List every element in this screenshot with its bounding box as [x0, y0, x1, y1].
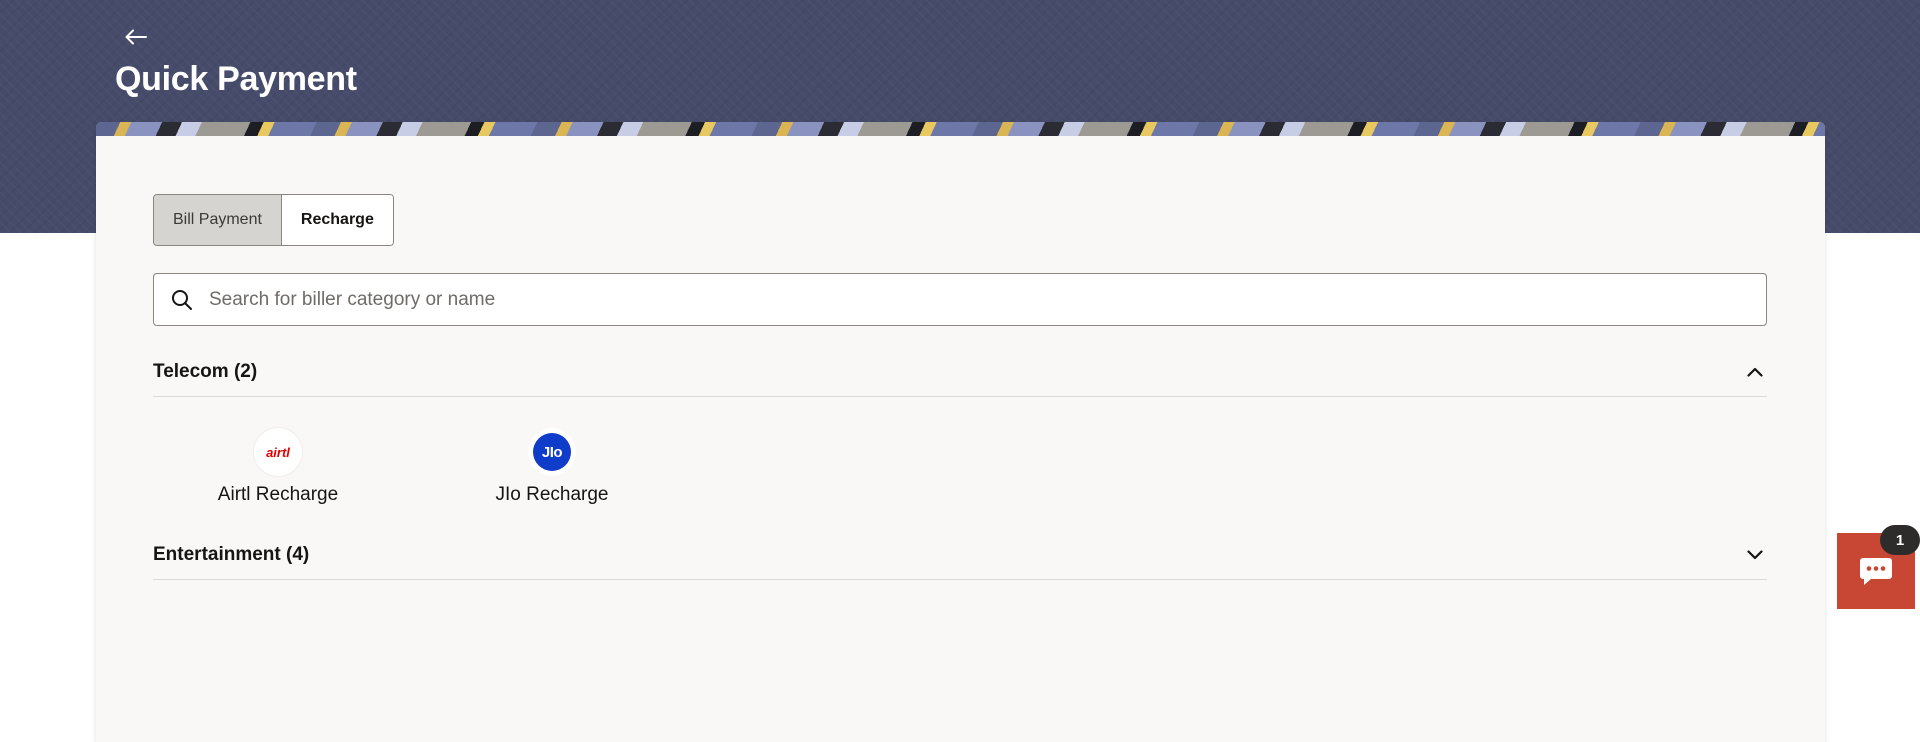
- payment-type-toggle: Bill Payment Recharge: [153, 194, 394, 246]
- page-title: Quick Payment: [115, 60, 357, 98]
- category-title: Telecom (2): [153, 360, 258, 382]
- payment-card: Bill Payment Recharge Telecom (2) airtl …: [96, 122, 1825, 742]
- airtl-logo-text: airtl: [266, 444, 290, 460]
- category-title: Entertainment (4): [153, 543, 310, 565]
- chat-notification-badge: 1: [1880, 525, 1920, 555]
- entertainment-category-header[interactable]: Entertainment (4): [153, 530, 1767, 580]
- chat-bubble-icon: [1860, 558, 1892, 585]
- search-icon: [154, 274, 209, 325]
- search-input[interactable]: [209, 274, 1766, 325]
- jio-logo: JIo: [528, 428, 576, 476]
- arrow-left-icon: [125, 29, 147, 45]
- biller-jio-recharge[interactable]: JIo JIo Recharge: [472, 428, 632, 506]
- telecom-category-header[interactable]: Telecom (2): [153, 347, 1767, 397]
- biller-name: JIo Recharge: [495, 484, 609, 505]
- jio-logo-text: JIo: [533, 433, 571, 471]
- bill-payment-toggle-button[interactable]: Bill Payment: [154, 195, 281, 245]
- biller-name: Airtl Recharge: [217, 484, 339, 505]
- decorative-banner: [96, 122, 1825, 136]
- recharge-toggle-button[interactable]: Recharge: [280, 195, 393, 245]
- biller-search: [153, 273, 1767, 326]
- back-button[interactable]: [120, 22, 152, 52]
- biller-airtl-recharge[interactable]: airtl Airtl Recharge: [198, 428, 358, 506]
- chevron-up-icon: [1743, 360, 1767, 384]
- airtl-logo: airtl: [254, 428, 302, 476]
- chevron-down-icon: [1743, 543, 1767, 567]
